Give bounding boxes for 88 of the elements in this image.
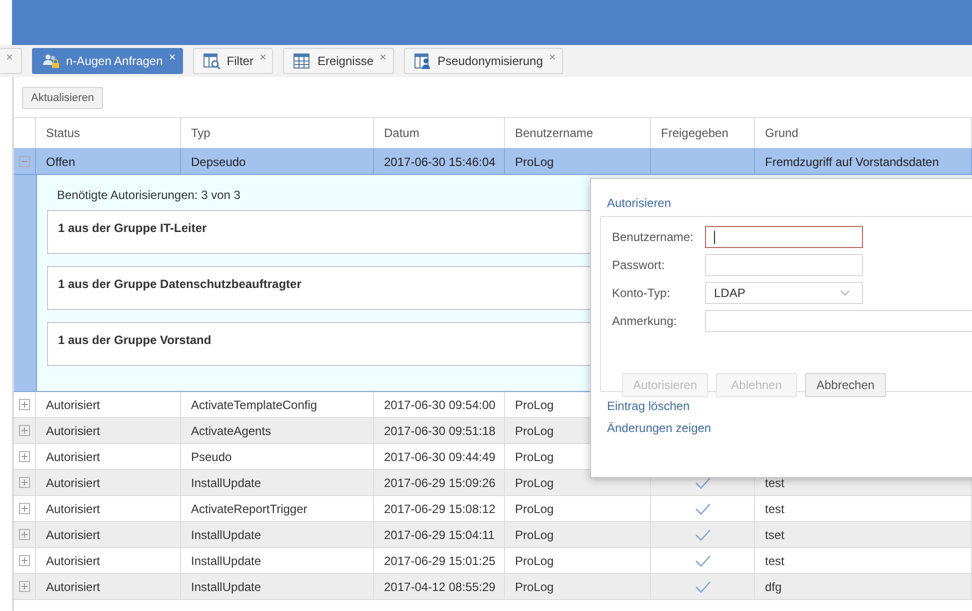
expand-icon[interactable]	[19, 451, 30, 462]
group-title: 1 aus der Gruppe IT-Leiter	[58, 221, 207, 235]
tab[interactable]: n-Augen Anfragen ×	[32, 48, 183, 74]
close-icon[interactable]: ×	[168, 51, 176, 63]
column-header[interactable]: Benutzername	[505, 118, 651, 148]
table-cell: dfg	[765, 580, 782, 594]
table-cell: InstallUpdate	[191, 580, 262, 594]
refresh-button[interactable]: Aktualisieren	[22, 87, 103, 109]
column-header[interactable]: Status	[36, 118, 181, 148]
caret-icon	[840, 290, 850, 296]
table-cell: 2017-06-29 15:08:12	[384, 502, 496, 516]
table-cell: 2017-04-12 08:55:29	[384, 580, 496, 594]
expand-icon[interactable]	[19, 529, 30, 540]
table-cell: tset	[765, 528, 784, 542]
table-cell: Autorisiert	[46, 502, 100, 516]
table-cell: InstallUpdate	[191, 528, 262, 542]
collapse-icon[interactable]	[19, 156, 30, 167]
table-cell: test	[765, 554, 784, 568]
table-cell: Autorisiert	[46, 450, 100, 464]
table-cell: ProLog	[515, 580, 554, 594]
dialog-button[interactable]: Abbrechen	[805, 373, 886, 397]
table-cell: Autorisiert	[46, 398, 100, 412]
action-link[interactable]: Eintrag löschen	[607, 399, 690, 413]
input-field[interactable]	[705, 226, 863, 248]
expand-icon[interactable]	[19, 581, 30, 592]
field-label: Passwort:	[612, 258, 666, 272]
table-cell: ProLog	[515, 398, 554, 412]
field-label: Anmerkung:	[612, 314, 678, 328]
expand-icon[interactable]	[19, 399, 30, 410]
table-cell: 2017-06-30 09:51:18	[384, 424, 496, 438]
table-cell: Pseudo	[191, 450, 232, 464]
field-label: Benutzername:	[612, 230, 694, 244]
summary-text: Benötigte Autorisierungen: 3 von 3	[57, 188, 240, 202]
popup-title: Autorisieren	[607, 196, 672, 210]
table-cell: Autorisiert	[46, 554, 100, 568]
dropdown-field[interactable]: LDAP	[705, 282, 863, 304]
table-cell: Autorisiert	[46, 424, 100, 438]
table-cell: ProLog	[515, 502, 554, 516]
table-cell: Autorisiert	[46, 580, 100, 594]
table-cell: ActivateReportTrigger	[191, 502, 308, 516]
table-cell: ProLog	[515, 476, 554, 490]
table-row[interactable]: Autorisiert ActivateReportTrigger 2017-06-29 15:08:12 ProLog test	[14, 496, 972, 522]
password-field[interactable]	[705, 254, 863, 276]
table-cell: 2017-06-29 15:01:25	[384, 554, 496, 568]
table-cell: 2017-06-29 15:04:11	[384, 528, 495, 542]
table-row[interactable]: Offen Depseudo 2017-06-30 15:46:04 ProLog Fremdzugriff auf Vorstandsdaten	[14, 149, 972, 175]
table-cell: ProLog	[515, 554, 554, 568]
group-title: 1 aus der Gruppe Datenschutzbeauftragter	[58, 277, 302, 291]
column-header[interactable]: Freigegeben	[651, 118, 755, 148]
table-cell: Depseudo	[191, 154, 246, 168]
users-lock-icon	[42, 53, 60, 69]
expand-icon[interactable]	[19, 503, 30, 514]
table-cell: 2017-06-29 15:09:26	[384, 476, 496, 490]
column-header[interactable]: Grund	[755, 118, 972, 148]
table-cell: ProLog	[515, 450, 554, 464]
table-cell: InstallUpdate	[191, 476, 262, 490]
table-cell: ProLog	[515, 424, 554, 438]
table-search-icon	[202, 53, 221, 69]
table-cell: 2017-06-30 09:44:49	[384, 450, 496, 464]
table-cell: 2017-06-30 15:46:04	[384, 154, 496, 168]
table-cell: InstallUpdate	[191, 554, 262, 568]
group-title: 1 aus der Gruppe Vorstand	[58, 333, 212, 347]
expand-icon[interactable]	[19, 425, 30, 436]
table-row[interactable]: Autorisiert InstallUpdate 2017-04-12 08:55:29 ProLog dfg	[14, 574, 972, 600]
table-cell: 2017-06-30 09:54:00	[384, 398, 496, 412]
table-cell: ActivateTemplateConfig	[191, 398, 318, 412]
table-cell: Offen	[46, 154, 76, 168]
table-cell: Fremdzugriff auf Vorstandsdaten	[765, 154, 939, 168]
expand-icon[interactable]	[19, 555, 30, 566]
table-cell: ProLog	[515, 528, 554, 542]
table-cell: test	[765, 502, 784, 516]
action-link[interactable]: Änderungen zeigen	[607, 421, 712, 435]
column-header[interactable]: Datum	[374, 118, 505, 148]
tab[interactable]: Pseudonymisierung ×	[404, 48, 563, 74]
table-person-icon	[414, 53, 432, 69]
table-row[interactable]: Autorisiert InstallUpdate 2017-06-29 15:04:11 ProLog tset	[14, 522, 972, 548]
tab[interactable]: Ereignisse ×	[283, 48, 394, 74]
table-row[interactable]: Autorisiert InstallUpdate 2017-06-29 15:01:25 ProLog test	[14, 548, 972, 574]
expand-icon[interactable]	[19, 477, 30, 488]
table-cell: ProLog	[515, 154, 554, 168]
table-cell: ActivateAgents	[191, 424, 272, 438]
tab[interactable]: Filter ×	[192, 48, 274, 74]
table-cell: test	[765, 476, 784, 490]
grid-icon	[293, 53, 312, 69]
column-header[interactable]: Typ	[181, 118, 374, 148]
field-label: Konto-Typ:	[612, 286, 672, 300]
table-cell: Autorisiert	[46, 528, 100, 542]
table-cell: Autorisiert	[46, 476, 100, 490]
